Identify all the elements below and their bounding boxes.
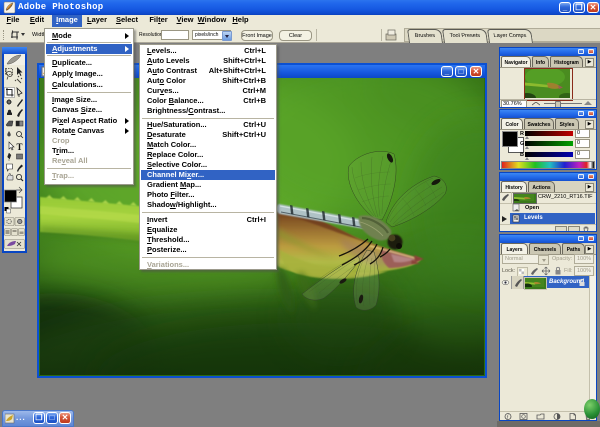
svg-text:T: T (17, 142, 23, 152)
svg-text:f: f (507, 414, 510, 421)
